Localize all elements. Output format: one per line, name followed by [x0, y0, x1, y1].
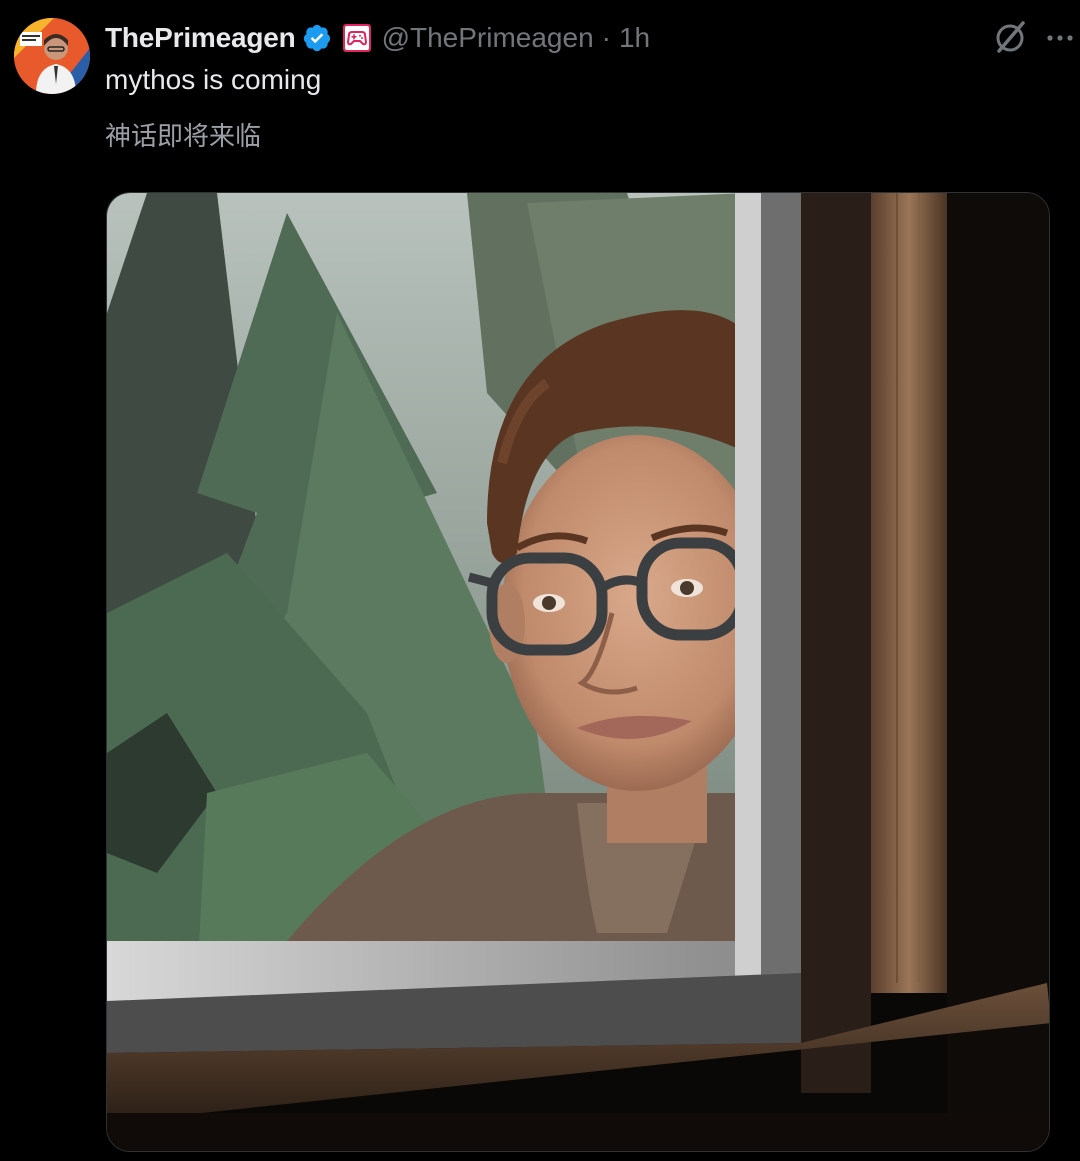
avatar-image	[14, 18, 90, 94]
tweet-text: mythos is coming	[105, 64, 322, 95]
grok-icon[interactable]	[990, 18, 1030, 58]
tweet-image[interactable]	[106, 192, 1050, 1152]
more-dots-icon[interactable]	[1042, 18, 1078, 58]
avatar[interactable]	[14, 18, 90, 94]
separator-dot: ·	[601, 22, 611, 53]
timestamp[interactable]: 1h	[619, 22, 650, 54]
tweet-translation: 神话即将来临	[105, 122, 262, 152]
handle[interactable]: @ThePrimeagen	[382, 22, 594, 54]
tweet-header: ThePrimeagen @ThePrimeagen · 1h	[105, 18, 650, 58]
display-name[interactable]: ThePrimeagen	[105, 22, 296, 54]
gamepad-affiliate-icon[interactable]	[342, 23, 372, 53]
window-photo	[107, 193, 1049, 1151]
verified-badge-icon	[302, 23, 332, 53]
tweet[interactable]: ThePrimeagen @ThePrimeagen · 1h mythos i…	[0, 0, 1080, 1161]
